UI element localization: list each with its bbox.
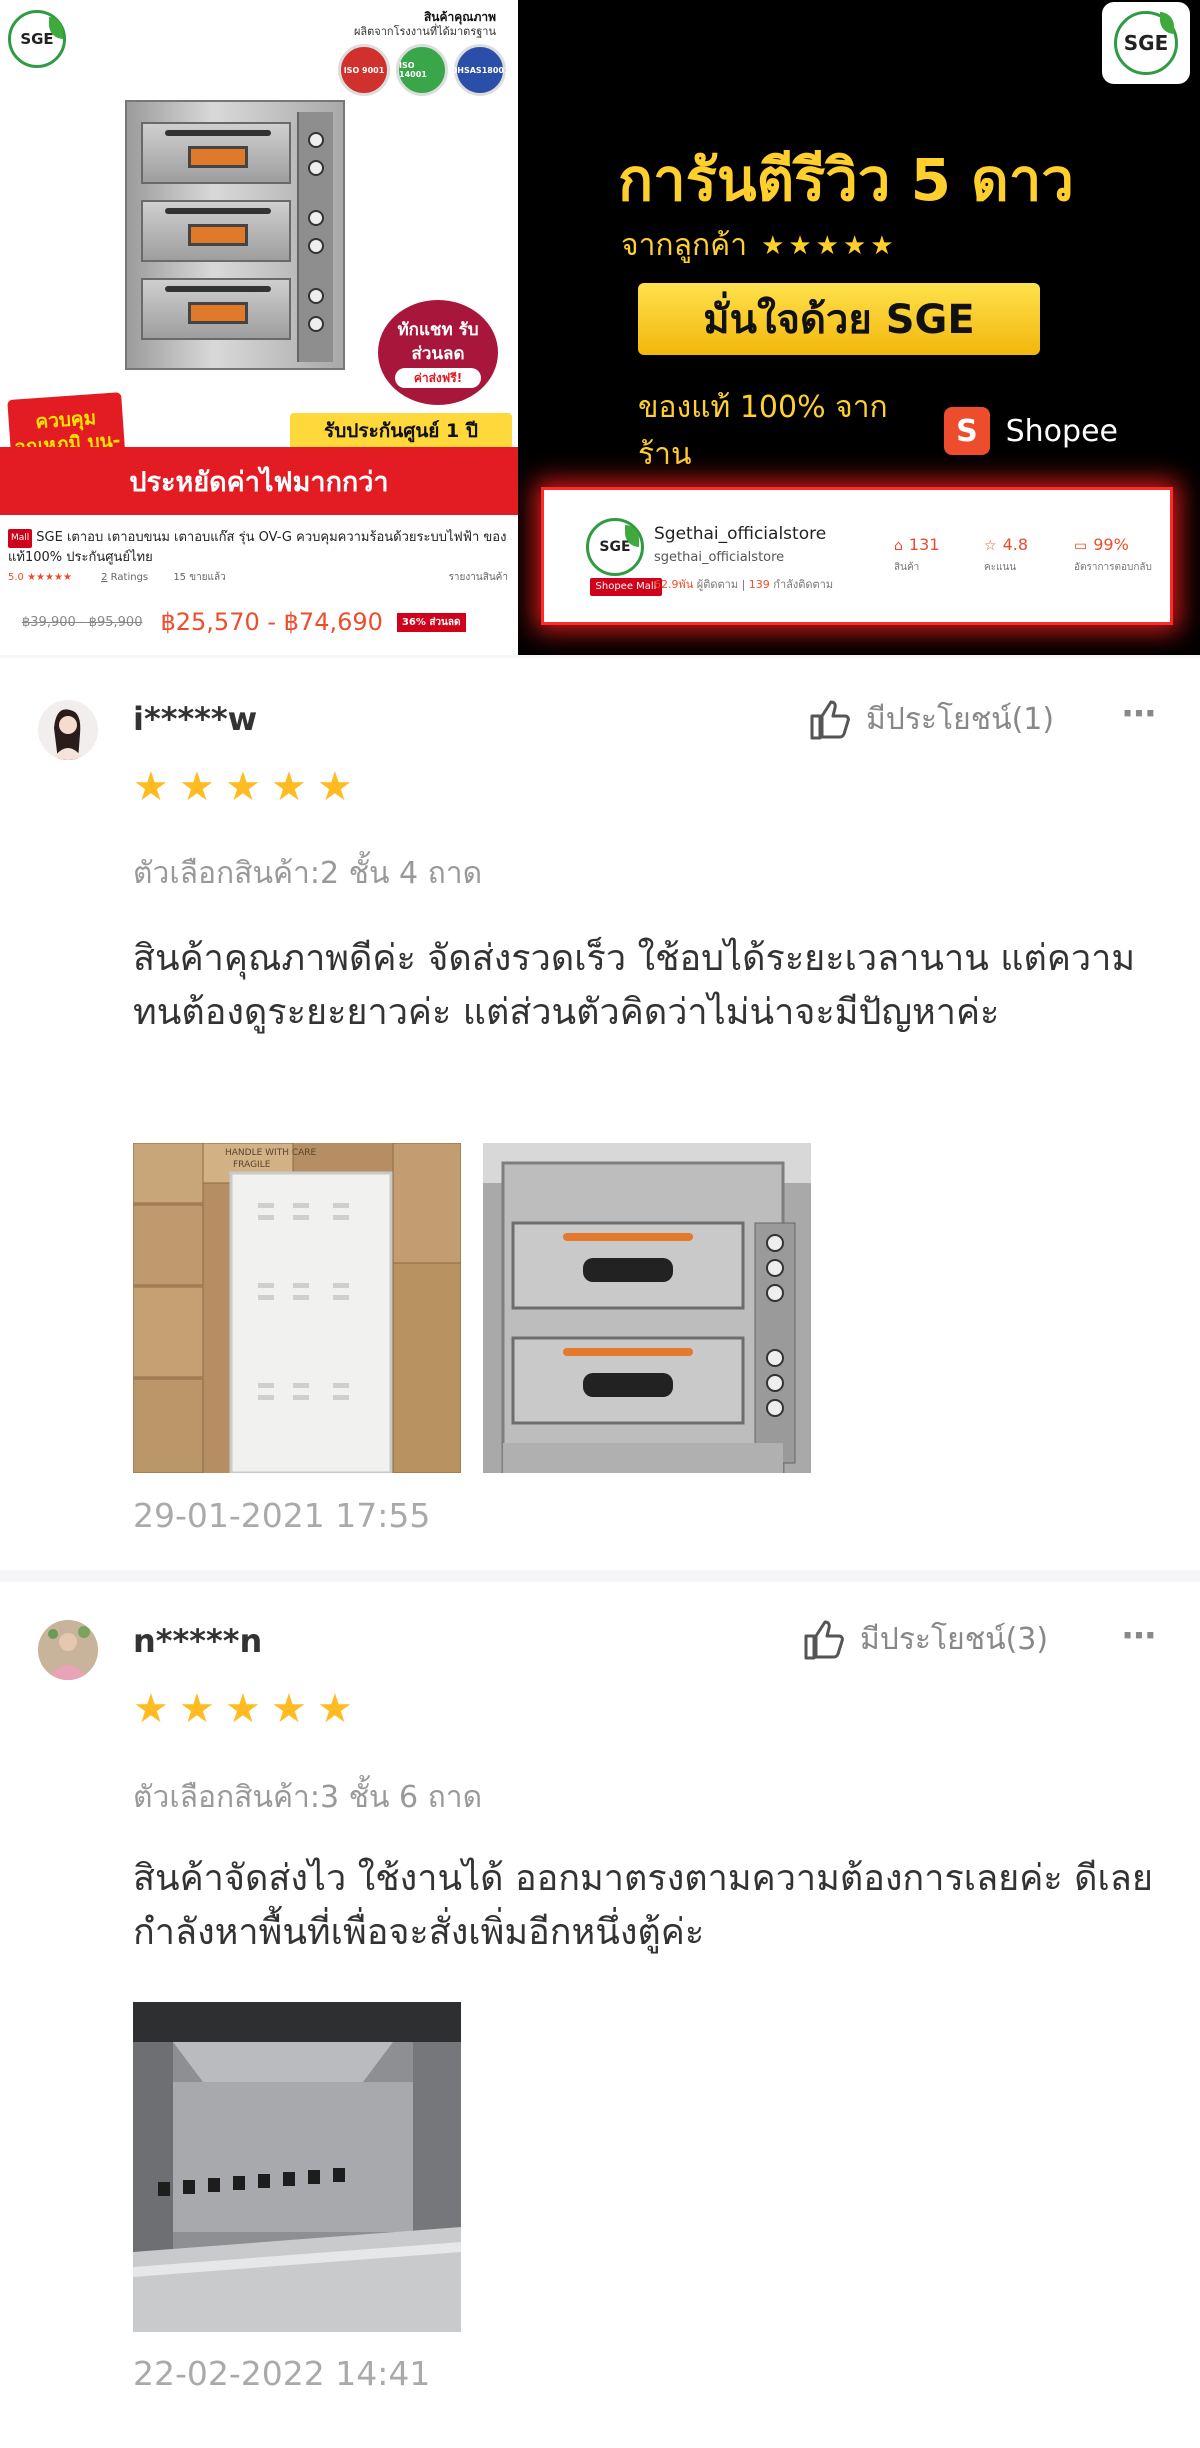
- store-avatar: SGE: [586, 518, 644, 576]
- review-date: 29-01-2021 17:55: [133, 1496, 431, 1535]
- thumbs-up-icon: [810, 700, 850, 739]
- star-icon: ★: [271, 1686, 307, 1732]
- shopee-mall-tag: Shopee Mall: [590, 578, 662, 596]
- star-icon: ★: [179, 764, 215, 810]
- star-icon: ★: [317, 764, 353, 810]
- star-icon: ★: [179, 1686, 215, 1732]
- guarantee-heading: การันตีรีวิว 5 ดาว: [618, 146, 1074, 214]
- rating-row: 5.0 ★★★★★ 2 Ratings 15 ขายแล้ว รายงานสิน…: [8, 572, 508, 583]
- price-row: ฿39,900 - ฿95,900 ฿25,570 - ฿74,690 36% …: [22, 608, 502, 636]
- product-variant: ตัวเลือกสินค้า:2 ชั้น 4 ถาด: [133, 856, 483, 891]
- store-follow-info: 62.9พัน ผู้ติดตาม | 139 กำลังติดตาม: [654, 578, 834, 591]
- stat-rating: ☆ 4.8 คะแนน: [984, 535, 1029, 573]
- star-icon: ★: [133, 764, 169, 810]
- star-icon: ★: [225, 764, 261, 810]
- review-text: สินค้าคุณภาพดีค่ะ จัดส่งรวดเร็ว ใช้อบได้…: [133, 938, 1136, 1033]
- star-icon: ★: [271, 764, 307, 810]
- chat-icon: ▭: [1074, 538, 1088, 554]
- shopee-bag-icon: S: [944, 407, 990, 455]
- trust-sge-button: มั่นใจด้วย SGE: [638, 283, 1040, 355]
- sge-logo-corner: SGE: [1102, 2, 1190, 84]
- stat-products: ⌂ 131 สินค้า: [894, 535, 940, 573]
- iso9001-badge: ISO 9001: [338, 44, 390, 96]
- store-card[interactable]: SGE Shopee Mall Sgethai_officialstore sg…: [541, 487, 1173, 625]
- saving-banner: ประหยัดค่าไฟมากกว่า: [0, 447, 518, 515]
- review-text: สินค้าจัดส่งไว ใช้งานได้ ออกมาตรงตามความ…: [133, 1858, 1153, 1953]
- review-card: i*****w มีประโยชน์(1) ⋯ ★ ★ ★ ★ ★ ตัวเลื…: [0, 658, 1200, 1570]
- warranty-label: รับประกันศูนย์ 1 ปี: [290, 413, 512, 449]
- star-rating: ★ ★ ★ ★ ★: [133, 1686, 363, 1732]
- from-customers: จากลูกค้า ★★★★★: [621, 228, 898, 263]
- shop-icon: ⌂: [894, 538, 903, 554]
- genuine-line: ของแท้ 100% จากร้าน S Shopee: [638, 390, 1118, 472]
- star-icon: ★: [225, 1686, 261, 1732]
- thumbs-up-icon: [804, 1620, 844, 1659]
- sge-logo: SGE: [8, 10, 66, 68]
- chat-discount-badge: ทักแชท รับส่วนลด ค่าส่งฟรี!: [378, 300, 498, 405]
- helpful-button[interactable]: มีประโยชน์(1): [808, 696, 1054, 743]
- helpful-button[interactable]: มีประโยชน์(3): [802, 1616, 1048, 1663]
- star-rating: ★ ★ ★ ★ ★: [133, 764, 363, 810]
- iso14001-badge: ISO 14001: [396, 44, 448, 96]
- star-icon: ★: [133, 1686, 169, 1732]
- store-handle: sgethai_officialstore: [654, 550, 785, 565]
- stat-response: ▭ 99% อัตราการตอบกลับ: [1074, 535, 1152, 573]
- product-panel: SGE สินค้าคุณภาพ ผลิตจากโรงงานที่ได้มาตร…: [0, 0, 518, 655]
- review-username: i*****w: [133, 700, 258, 738]
- review-photo[interactable]: HANDLE WITH CARE FRAGILE: [133, 1143, 461, 1473]
- avatar[interactable]: [38, 700, 98, 760]
- product-title: Mall SGE เตาอบ เตาอบขนม เตาอบแก๊ส รุ่น OV…: [8, 529, 507, 565]
- star-outline-icon: ☆: [984, 538, 997, 554]
- cert-subtitle: ผลิตจากโรงงานที่ได้มาตรฐาน: [353, 25, 496, 38]
- more-options-icon[interactable]: ⋯: [1122, 694, 1158, 734]
- review-date: 22-02-2022 14:41: [133, 2354, 431, 2393]
- box-label: FRAGILE: [233, 1160, 271, 1170]
- star-icon: ★: [317, 1686, 353, 1732]
- divider: [0, 1570, 1200, 1582]
- guarantee-panel: SGE การันตีรีวิว 5 ดาว จากลูกค้า ★★★★★ มั…: [518, 0, 1200, 655]
- more-options-icon[interactable]: ⋯: [1122, 1616, 1158, 1656]
- oven-image: [125, 100, 345, 370]
- review-card: n*****n มีประโยชน์(3) ⋯ ★ ★ ★ ★ ★ ตัวเลื…: [0, 1582, 1200, 2448]
- avatar[interactable]: [38, 1620, 98, 1680]
- mall-tag: Mall: [8, 529, 33, 548]
- review-photo[interactable]: [483, 1143, 811, 1473]
- review-username: n*****n: [133, 1622, 263, 1660]
- review-photo[interactable]: [133, 2002, 461, 2332]
- ohsas-badge: OHSAS18001: [450, 44, 510, 96]
- product-variant: ตัวเลือกสินค้า:3 ชั้น 6 ถาด: [133, 1780, 483, 1815]
- promo-banner: SGE สินค้าคุณภาพ ผลิตจากโรงงานที่ได้มาตร…: [0, 0, 1200, 655]
- store-name: Sgethai_officialstore: [654, 524, 827, 544]
- box-label: HANDLE WITH CARE: [225, 1148, 317, 1158]
